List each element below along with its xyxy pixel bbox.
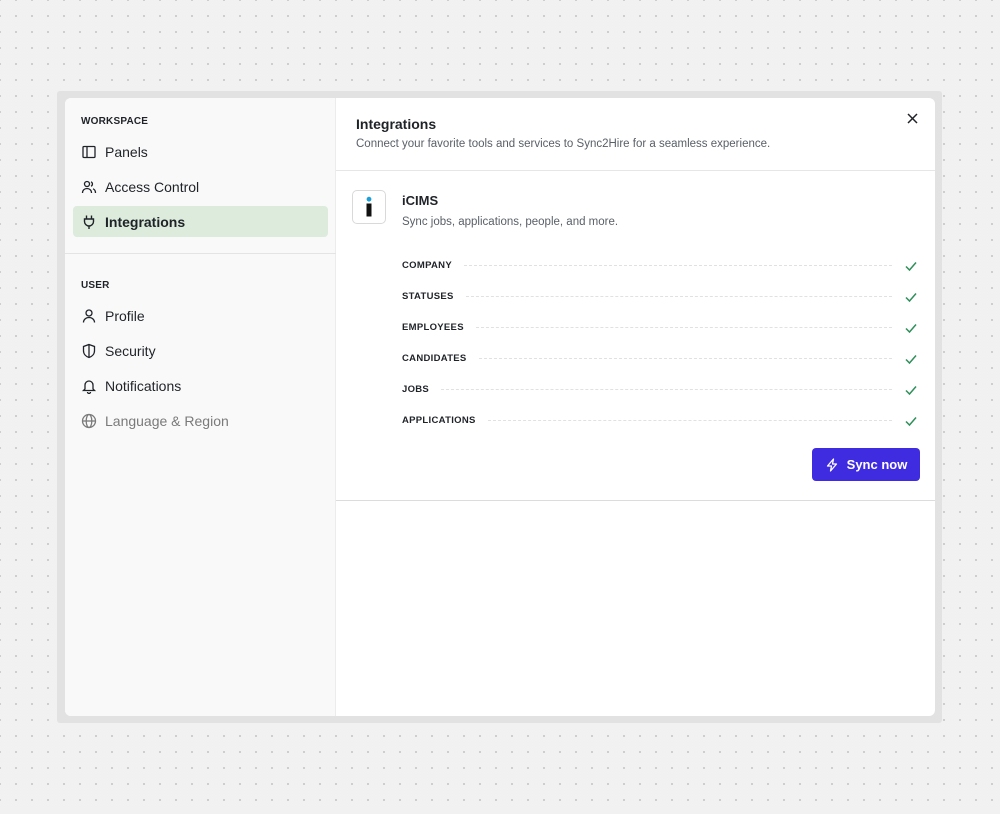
check-icon	[904, 290, 918, 304]
sidebar-divider	[65, 253, 336, 254]
sync-item-label: APPLICATIONS	[402, 415, 476, 426]
sync-item-row: CANDIDATES	[402, 343, 922, 374]
integration-description: Sync jobs, applications, people, and mor…	[402, 216, 619, 228]
sync-item-row: COMPANY	[402, 250, 922, 281]
integration-name: iCIMS	[402, 193, 439, 208]
sidebar-item-label: Notifications	[105, 377, 182, 394]
panel-header: Integrations Connect your favorite tools…	[356, 116, 770, 150]
sidebar-item-language-region[interactable]: Language & Region	[73, 405, 328, 436]
sync-item-label: JOBS	[402, 384, 430, 395]
sync-item-label: STATUSES	[402, 291, 454, 302]
sidebar-item-security[interactable]: Security	[73, 335, 328, 366]
sync-now-label: Sync now	[846, 457, 908, 472]
check-icon	[904, 383, 918, 397]
dotted-leader	[475, 327, 892, 328]
dotted-leader	[441, 389, 892, 390]
sync-item-row: JOBS	[402, 374, 922, 405]
icims-logo	[352, 190, 386, 224]
sync-now-button[interactable]: Sync now	[812, 448, 920, 481]
sidebar-item-label: Integrations	[105, 213, 186, 230]
sync-item-row: APPLICATIONS	[402, 405, 922, 436]
user-icon	[81, 308, 97, 324]
sync-item-label: COMPANY	[402, 260, 452, 271]
sync-item-row: STATUSES	[402, 281, 922, 312]
sync-item-label: CANDIDATES	[402, 353, 467, 364]
close-icon	[906, 111, 918, 129]
integrations-panel: Integrations Connect your favorite tools…	[336, 98, 935, 716]
close-button[interactable]	[904, 112, 920, 128]
sidebar-item-label: Profile	[105, 307, 145, 324]
settings-modal: WORKSPACE Panels Access Control Integrat…	[65, 98, 935, 716]
plug-icon	[81, 214, 97, 230]
sync-item-row: EMPLOYEES	[402, 312, 922, 343]
page-subtitle: Connect your favorite tools and services…	[356, 138, 771, 150]
dotted-leader	[465, 296, 892, 297]
check-icon	[904, 321, 918, 335]
sidebar-item-profile[interactable]: Profile	[73, 300, 328, 331]
dotted-leader	[478, 358, 892, 359]
sync-items-list: COMPANY STATUSES EMPLOYEES CANDIDATES JO	[402, 250, 922, 436]
page-title: Integrations	[356, 116, 437, 132]
sidebar-item-notifications[interactable]: Notifications	[73, 370, 328, 401]
sidebar-item-panels[interactable]: Panels	[73, 136, 328, 167]
check-icon	[904, 414, 918, 428]
lightning-icon	[825, 457, 839, 472]
dotted-leader	[463, 265, 892, 266]
settings-sidebar: WORKSPACE Panels Access Control Integrat…	[65, 98, 336, 716]
panel-icon	[81, 144, 97, 160]
shield-icon	[81, 343, 97, 359]
sidebar-item-integrations[interactable]: Integrations	[73, 206, 328, 237]
globe-icon	[81, 413, 97, 429]
icims-logo-mark	[366, 196, 372, 217]
workspace-section-label: WORKSPACE	[81, 116, 149, 127]
users-icon	[81, 179, 97, 195]
header-divider	[336, 170, 935, 171]
sidebar-item-access-control[interactable]: Access Control	[73, 171, 328, 202]
bell-icon	[81, 378, 97, 394]
sidebar-item-label: Panels	[105, 143, 148, 160]
section-divider	[336, 500, 935, 501]
sidebar-item-label: Language & Region	[105, 412, 229, 429]
check-icon	[904, 352, 918, 366]
sidebar-item-label: Security	[105, 342, 156, 359]
check-icon	[904, 259, 918, 273]
user-section-label: USER	[81, 280, 110, 291]
sidebar-item-label: Access Control	[105, 178, 200, 195]
dotted-leader	[487, 420, 892, 421]
sync-item-label: EMPLOYEES	[402, 322, 464, 333]
